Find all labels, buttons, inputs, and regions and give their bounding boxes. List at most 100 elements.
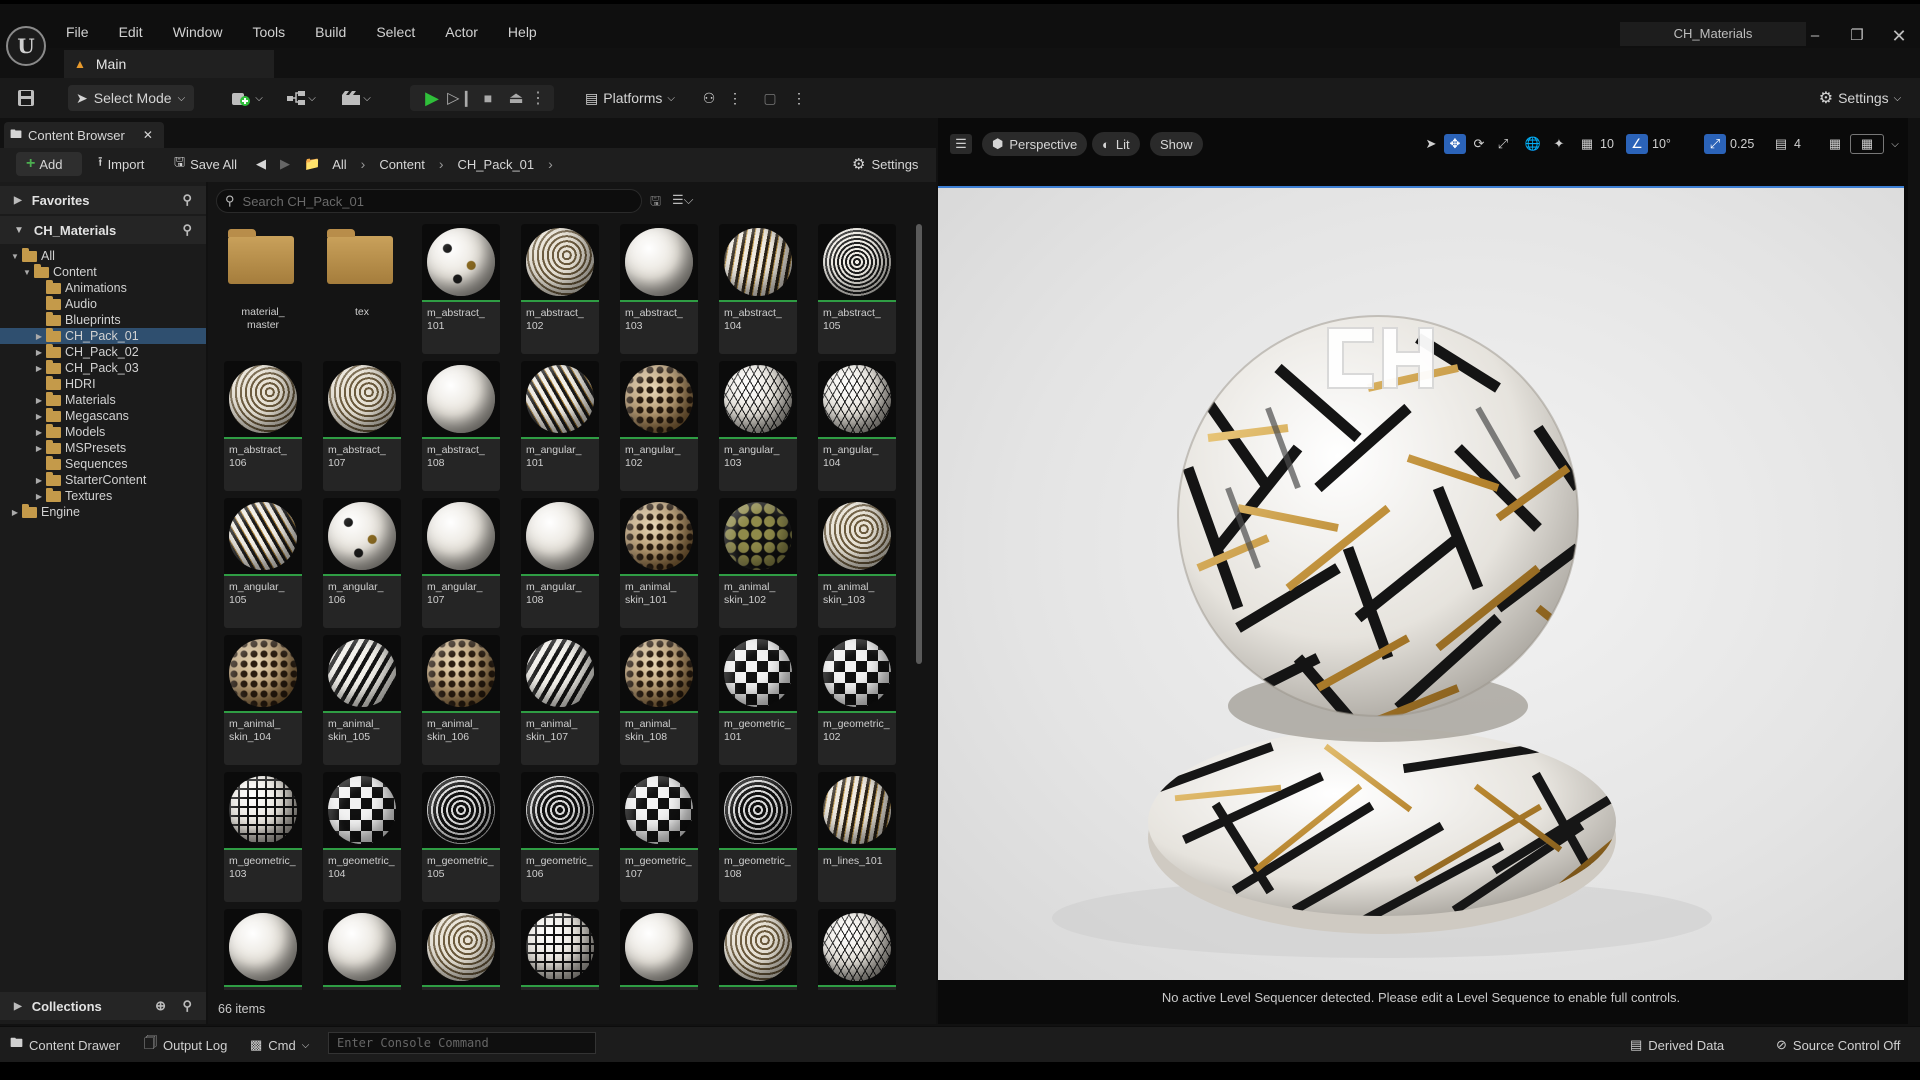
asset-tile[interactable]: m_abstract_ 101 [422, 224, 500, 354]
derived-data-button[interactable]: ▤ Derived Data [1630, 1035, 1724, 1055]
blueprint-button[interactable]: ⌵ [282, 85, 320, 111]
collapsed-arrow-icon[interactable]: ▶ [34, 364, 44, 373]
hamburger-menu-icon[interactable]: ☰ [950, 134, 972, 154]
more-options-icon[interactable]: ⋮ [790, 85, 808, 111]
asset-tile[interactable]: m_abstract_ 108 [422, 361, 500, 491]
collapsed-arrow-icon[interactable]: ▶ [34, 332, 44, 341]
rotation-snap-icon[interactable]: ∠ [1626, 134, 1648, 154]
tree-item-blueprints[interactable]: Blueprints [0, 311, 206, 328]
tree-item-textures[interactable]: ▶ Textures [0, 487, 206, 504]
save-all-button[interactable]: 🖫 Save All [174, 152, 237, 176]
camera-speed-value[interactable]: 4 [1794, 134, 1801, 154]
tree-item-ch-pack-02[interactable]: ▶ CH_Pack_02 [0, 343, 206, 360]
back-button[interactable]: ◀ [256, 152, 266, 176]
tree-item-ch-pack-03[interactable]: ▶ CH_Pack_03 [0, 359, 206, 376]
search-icon[interactable]: ⚲ [182, 192, 192, 208]
collapsed-arrow-icon[interactable]: ▶ [34, 412, 44, 421]
asset-tile[interactable] [719, 909, 797, 990]
asset-tile[interactable] [422, 909, 500, 990]
asset-tile[interactable]: m_animal_ skin_105 [323, 635, 401, 765]
asset-tile[interactable]: m_geometric_ 105 [422, 772, 500, 902]
camera-speed-icon[interactable]: ▤ [1770, 134, 1792, 154]
asset-tile[interactable] [521, 909, 599, 990]
chevron-right-icon[interactable]: › [548, 156, 553, 172]
play-icon[interactable]: ▶ [418, 85, 446, 111]
rotate-tool-icon[interactable]: ⟳ [1468, 134, 1490, 154]
scale-snap-icon[interactable]: ⤢ [1704, 134, 1726, 154]
asset-tile[interactable]: m_abstract_ 105 [818, 224, 896, 354]
tree-item-audio[interactable]: Audio [0, 295, 206, 312]
more-options-icon[interactable]: ⋮ [530, 85, 546, 111]
menu-help[interactable]: Help [508, 24, 537, 40]
tree-item-animations[interactable]: Animations [0, 279, 206, 296]
expanded-arrow-icon[interactable]: ▼ [10, 252, 20, 261]
asset-tile[interactable]: m_animal_ skin_104 [224, 635, 302, 765]
menu-select[interactable]: Select [376, 24, 415, 40]
lit-dropdown[interactable]: ◐ Lit [1092, 132, 1140, 156]
collapsed-arrow-icon[interactable]: ▶ [34, 428, 44, 437]
content-drawer-button[interactable]: 🖿 Content Drawer [10, 1035, 120, 1055]
asset-tile[interactable]: m_angular_ 105 [224, 498, 302, 628]
world-space-icon[interactable]: 🌐 [1522, 134, 1544, 154]
collapsed-arrow-icon[interactable]: ▶ [34, 444, 44, 453]
asset-tile[interactable]: m_animal_ skin_106 [422, 635, 500, 765]
settings-dropdown[interactable]: ⚙ Settings ⌵ [1812, 85, 1908, 111]
restore-icon[interactable]: ❐ [1842, 26, 1872, 46]
asset-folder[interactable]: tex [323, 224, 401, 334]
cmd-dropdown[interactable]: ▩ Cmd ⌵ [250, 1035, 309, 1055]
content-browser-settings-button[interactable]: ⚙ Settings [852, 152, 918, 176]
breadcrumb-all[interactable]: All [332, 157, 346, 172]
more-options-icon[interactable]: ⋮ [726, 85, 744, 111]
scale-snap-value[interactable]: 0.25 [1730, 134, 1754, 154]
grid-snap-icon[interactable]: ▦ [1576, 134, 1598, 154]
asset-tile[interactable]: m_abstract_ 106 [224, 361, 302, 491]
tree-item-all[interactable]: ▼ All [0, 247, 206, 264]
perspective-dropdown[interactable]: ⬢ Perspective [982, 132, 1088, 156]
asset-tile[interactable]: m_abstract_ 102 [521, 224, 599, 354]
asset-tile[interactable]: m_geometric_ 106 [521, 772, 599, 902]
platforms-dropdown[interactable]: ▤ Platforms ⌵ [580, 85, 680, 111]
collapsed-arrow-icon[interactable]: ▶ [34, 492, 44, 501]
filter-icon[interactable]: ☰⌵ [672, 192, 694, 208]
collapsed-arrow-icon[interactable]: ▶ [34, 348, 44, 357]
asset-tile[interactable]: m_angular_ 104 [818, 361, 896, 491]
asset-tile[interactable]: m_geometric_ 104 [323, 772, 401, 902]
add-actor-button[interactable]: ⌵ [228, 85, 266, 111]
import-button[interactable]: ⭱ Import [98, 152, 144, 176]
add-button[interactable]: + Add [16, 152, 82, 176]
project-root-header[interactable]: ▼ CH_Materials ⚲ [0, 216, 206, 244]
asset-tile[interactable]: m_angular_ 101 [521, 361, 599, 491]
tree-item-startercontent[interactable]: ▶ StarterContent [0, 471, 206, 488]
chevron-right-icon[interactable]: › [439, 156, 444, 172]
tree-item-content[interactable]: ▼ Content [0, 263, 206, 280]
favorites-header[interactable]: ▶ Favorites ⚲ [0, 186, 206, 214]
asset-tile[interactable]: m_lines_101 [818, 772, 896, 902]
collections-header[interactable]: ▶ Collections ⊕ ⚲ [0, 992, 206, 1020]
select-mode-dropdown[interactable]: ➤ Select Mode ⌵ [68, 85, 194, 111]
asset-scrollbar[interactable] [916, 224, 922, 664]
level-viewport[interactable] [938, 186, 1904, 980]
tree-item-ch-pack-01[interactable]: ▶ CH_Pack_01 [0, 327, 206, 344]
tree-item-materials[interactable]: ▶ Materials [0, 391, 206, 408]
cinematics-button[interactable]: ⌵ [336, 85, 376, 111]
users-icon[interactable]: ⚇ [696, 85, 722, 111]
asset-tile[interactable]: m_animal_ skin_103 [818, 498, 896, 628]
forward-button[interactable]: ▶ [280, 152, 290, 176]
content-browser-tab[interactable]: 🖿 Content Browser ✕ [4, 122, 164, 148]
asset-tile[interactable]: m_angular_ 107 [422, 498, 500, 628]
asset-tile[interactable]: m_geometric_ 103 [224, 772, 302, 902]
eject-icon[interactable]: ⏏ [502, 85, 530, 111]
layout-icon[interactable]: ▦ [1850, 134, 1884, 154]
asset-folder[interactable]: material_ master [224, 224, 302, 334]
scale-tool-icon[interactable]: ⤢ [1492, 134, 1514, 154]
step-icon[interactable]: ▷❙ [446, 85, 474, 111]
asset-tile[interactable] [818, 909, 896, 990]
asset-tile[interactable]: m_abstract_ 107 [323, 361, 401, 491]
map-tab[interactable]: ▲ Main [64, 50, 274, 78]
search-icon[interactable]: ⚲ [182, 998, 192, 1014]
asset-tile[interactable]: m_angular_ 106 [323, 498, 401, 628]
menu-build[interactable]: Build [315, 24, 346, 40]
source-control-icon[interactable]: ▢ [758, 85, 782, 111]
collapsed-arrow-icon[interactable]: ▶ [10, 508, 20, 517]
asset-tile[interactable]: m_geometric_ 101 [719, 635, 797, 765]
